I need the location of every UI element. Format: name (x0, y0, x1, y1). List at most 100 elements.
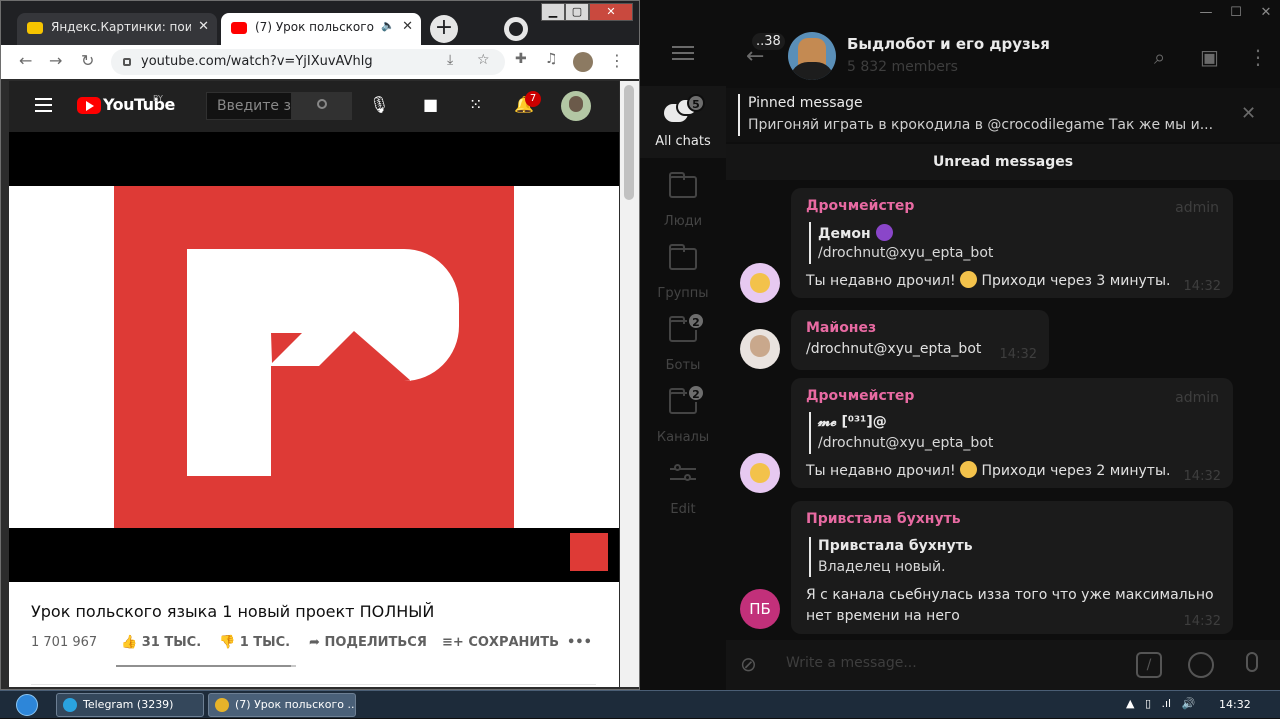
reply-author: Демон (818, 226, 871, 242)
folder-edit[interactable]: Edit (640, 454, 726, 526)
save-label: СОХРАНИТЬ (468, 635, 560, 650)
media-control-icon[interactable]: ♫ (545, 51, 558, 67)
tab-yandex-images[interactable]: Яндекс.Картинки: поиск по... ✕ (17, 13, 217, 45)
telegram-icon (63, 698, 77, 712)
like-button[interactable]: 👍 31 ТЫС. (121, 635, 201, 650)
close-tab-icon[interactable]: ✕ (402, 19, 413, 34)
star-icon[interactable]: ☆ (477, 52, 490, 68)
new-tab-button[interactable]: + (430, 15, 458, 43)
share-label: ПОДЕЛИТЬСЯ (324, 635, 427, 650)
youtube-logo-icon[interactable] (77, 97, 101, 114)
tab-search-icon[interactable] (504, 17, 528, 41)
start-button[interactable] (6, 691, 46, 719)
chat-title[interactable]: Быдлобот и его друзья (847, 35, 1050, 53)
video-player[interactable] (9, 132, 619, 582)
emoji-icon[interactable] (1188, 652, 1214, 678)
more-vertical-icon[interactable]: ⋮ (609, 51, 625, 70)
video-info: Урок польского языка 1 новый проект ПОЛН… (9, 582, 619, 687)
video-frame[interactable] (9, 186, 619, 528)
url-text[interactable]: youtube.com/watch?v=YjIXuvAVhlg (141, 54, 373, 69)
tab-youtube[interactable]: (7) Урок польского язы... 🔈 ✕ (221, 13, 421, 45)
extensions-icon[interactable]: ✚ (515, 51, 527, 67)
message-text: Я с канала сьебнулась изза того что уже … (806, 587, 1214, 624)
search-button[interactable] (292, 92, 352, 120)
minimize-button[interactable]: — (1192, 3, 1220, 23)
message-input[interactable]: Write a message... (786, 655, 917, 671)
avatar[interactable] (740, 263, 780, 303)
chat-avatar[interactable] (788, 32, 836, 80)
message-bubble[interactable]: Майонез /drochnut@xyu_epta_bot 14:32 (791, 310, 1049, 370)
message-sender[interactable]: Привстала бухнуть (806, 511, 961, 527)
message-bubble[interactable]: Дрочмейстер admin Демон /drochnut@xyu_ep… (791, 188, 1233, 298)
admin-badge: admin (1175, 200, 1219, 216)
forward-arrow-icon[interactable]: → (49, 51, 62, 70)
attach-icon[interactable]: ⊘ (740, 652, 757, 676)
scrollbar-thumb[interactable] (624, 85, 634, 200)
microphone-icon[interactable] (1246, 652, 1258, 672)
save-button[interactable]: ≡+ СОХРАНИТЬ (442, 635, 559, 650)
close-tab-icon[interactable]: ✕ (198, 19, 209, 34)
back-arrow-icon[interactable]: ← (19, 51, 32, 70)
maximize-button[interactable]: ▢ (565, 3, 589, 21)
folder-bots[interactable]: 2 Боты (640, 310, 726, 382)
system-tray[interactable]: ▲ ▯ .ıl 🔊 (1126, 697, 1195, 710)
more-actions-button[interactable]: ••• (567, 635, 592, 650)
clock[interactable]: 14:32 (1219, 698, 1251, 711)
search-input[interactable]: Введите за (206, 92, 292, 120)
chrome-window: Яндекс.Картинки: поиск по... ✕ (7) Урок … (0, 0, 640, 690)
message-sender[interactable]: Дрочмейстер (806, 198, 914, 214)
main-menu-button[interactable] (640, 26, 726, 86)
more-vertical-icon[interactable]: ⋮ (1248, 45, 1268, 69)
message-sender[interactable]: Дрочмейстер (806, 388, 914, 404)
taskbar-item-telegram[interactable]: Telegram (3239) (56, 693, 204, 717)
folder-groups[interactable]: Группы (640, 238, 726, 310)
message-text: Приходи через 3 минуты. (981, 273, 1171, 289)
search-icon[interactable]: ⌕ (1154, 45, 1165, 69)
message-sender[interactable]: Майонез (806, 320, 876, 336)
folder-label: Люди (663, 214, 703, 229)
lock-icon[interactable] (123, 58, 131, 66)
folder-channels[interactable]: 2 Каналы (640, 382, 726, 454)
message-bubble[interactable]: Привстала бухнуть Привстала бухнуть Влад… (791, 501, 1233, 634)
playlist-add-icon: ≡+ (442, 635, 464, 650)
youtube-wordmark[interactable]: YouTube (103, 95, 175, 114)
sleepy-face-emoji-icon (960, 461, 978, 478)
tab-strip: Яндекс.Картинки: поиск по... ✕ (7) Урок … (1, 1, 639, 45)
maximize-button[interactable]: ☐ (1222, 3, 1250, 23)
reload-icon[interactable]: ↻ (81, 51, 94, 70)
message-time: 14:32 (1183, 469, 1221, 484)
folder-people[interactable]: Люди (640, 166, 726, 238)
avatar[interactable] (740, 453, 780, 493)
message-bubble[interactable]: Дрочмейстер admin 𝓶𝓮 [⁰³¹]@ /drochnut@xy… (791, 378, 1233, 488)
avatar[interactable]: ПБ (740, 589, 780, 629)
minimize-button[interactable]: ▁ (541, 3, 565, 21)
taskbar-item-chrome[interactable]: (7) Урок польского ... (208, 693, 356, 717)
folder-sidebar: 5 All chats Люди Группы 2 Боты 2 Каналы … (640, 86, 726, 546)
avatar[interactable] (740, 329, 780, 369)
close-icon[interactable]: ✕ (1241, 103, 1256, 124)
audio-playing-icon[interactable]: 🔈 (381, 19, 395, 32)
share-button[interactable]: ➦ ПОДЕЛИТЬСЯ (309, 635, 427, 650)
reply-text: /drochnut@xyu_epta_bot (818, 435, 994, 451)
reply-text: Владелец новый. (818, 559, 946, 575)
install-icon[interactable]: ⤓ (447, 52, 453, 68)
close-button[interactable]: ✕ (1252, 3, 1280, 23)
bot-commands-icon[interactable]: ▣ (1200, 45, 1219, 69)
folder-all-chats[interactable]: 5 All chats (640, 86, 726, 158)
address-bar[interactable]: youtube.com/watch?v=YjIXuvAVhlg ⤓ ☆ (111, 49, 505, 75)
member-count: 5 832 members (847, 59, 958, 75)
hamburger-icon[interactable] (35, 98, 52, 100)
message-text: Приходи через 2 минуты. (981, 463, 1171, 479)
scrollbar[interactable] (620, 81, 639, 687)
pinned-message-bar[interactable]: Pinned message Пригоняй играть в крокоди… (726, 88, 1280, 142)
bot-command-button[interactable]: / (1136, 652, 1162, 678)
apps-grid-icon[interactable]: ⁙ (469, 95, 482, 114)
message-text: Ты недавно дрочил! (806, 463, 956, 479)
account-avatar[interactable] (561, 91, 591, 121)
channel-watermark-icon[interactable] (570, 533, 608, 571)
dislike-button[interactable]: 👎 1 ТЫС. (219, 635, 290, 650)
profile-avatar[interactable] (573, 52, 593, 72)
close-button[interactable]: ✕ (589, 3, 633, 21)
microphone-icon[interactable]: 🎙 (369, 95, 389, 114)
create-video-icon[interactable]: ■ (423, 95, 438, 114)
